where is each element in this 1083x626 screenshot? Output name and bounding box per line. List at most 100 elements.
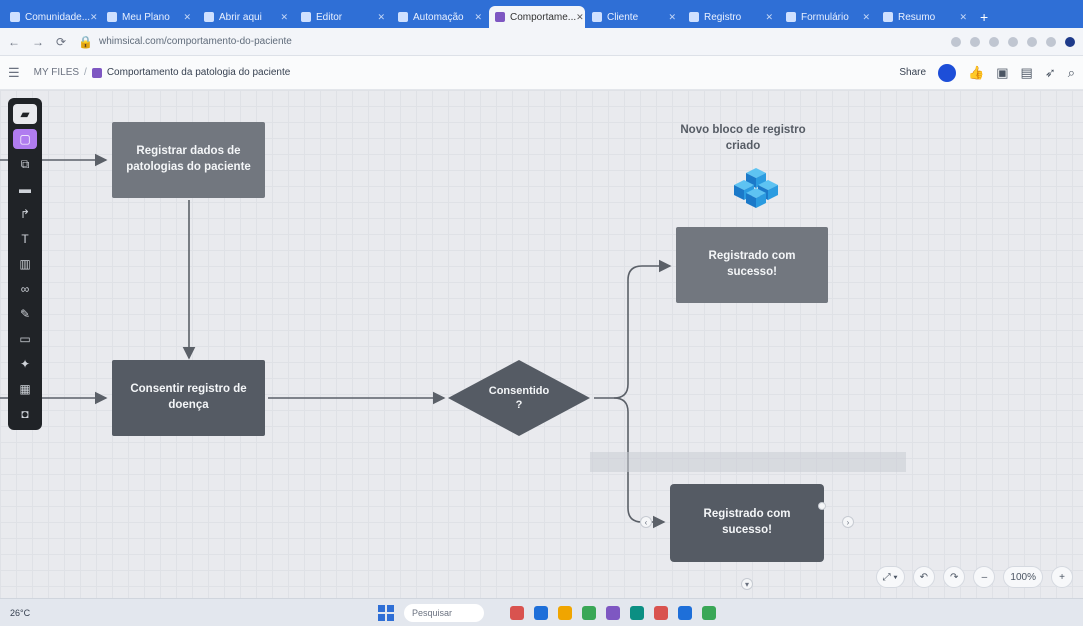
decision-diamond[interactable]: Consentido ? bbox=[448, 360, 590, 436]
connect-handle-left[interactable]: ‹ bbox=[640, 516, 652, 528]
browser-tab[interactable]: Meu Plano ✕ bbox=[101, 6, 197, 28]
search-icon[interactable]: ⌕ bbox=[1068, 65, 1075, 81]
back-icon[interactable]: ← bbox=[8, 35, 20, 49]
frame-icon[interactable]: ▭ bbox=[13, 329, 37, 349]
browser-tab[interactable]: Comunidade... ✕ bbox=[4, 6, 100, 28]
card-icon[interactable]: ▬ bbox=[13, 179, 37, 199]
text-icon[interactable]: T bbox=[13, 229, 37, 249]
browser-tab-label: Cliente bbox=[607, 11, 639, 23]
close-tab-icon[interactable]: ✕ bbox=[183, 12, 191, 23]
thumbs-up-icon[interactable]: 👍 bbox=[968, 65, 984, 81]
taskbar-app-icon[interactable] bbox=[510, 605, 524, 620]
browser-tab-label: Formulário bbox=[801, 11, 849, 23]
forward-icon[interactable]: → bbox=[32, 35, 44, 49]
browser-tab[interactable]: Abrir aqui ✕ bbox=[198, 6, 294, 28]
taskbar-search[interactable]: Pesquisar bbox=[404, 603, 484, 622]
extensions-area bbox=[951, 36, 1075, 47]
favicon-icon bbox=[495, 12, 505, 22]
taskbar-app-icon[interactable] bbox=[678, 605, 692, 620]
weather-widget[interactable]: 26°C bbox=[10, 608, 330, 618]
extension-icon[interactable] bbox=[989, 36, 999, 47]
zoom-in-button[interactable]: + bbox=[1051, 566, 1073, 588]
undo-button[interactable]: ↶ bbox=[912, 566, 936, 588]
close-tab-icon[interactable]: ✕ bbox=[959, 12, 967, 23]
browser-tab-label: Comportame... bbox=[510, 11, 577, 23]
embed-icon[interactable]: ◘ bbox=[13, 404, 37, 424]
comments-icon[interactable]: ▤ bbox=[1021, 65, 1033, 81]
reload-icon[interactable]: ⟳ bbox=[56, 35, 66, 49]
fit-button[interactable]: ⤢ ▾ bbox=[875, 566, 905, 588]
close-tab-icon[interactable]: ✕ bbox=[90, 12, 98, 23]
connect-handle-right[interactable]: › bbox=[842, 516, 854, 528]
taskbar-app-icon[interactable] bbox=[654, 605, 668, 620]
favicon-icon bbox=[301, 12, 311, 22]
browser-tab[interactable]: Cliente ✕ bbox=[586, 6, 682, 28]
whiteboard-canvas[interactable]: Registrar dados de patologias do pacient… bbox=[0, 90, 1083, 598]
browser-tab[interactable]: Comportame... ✕ bbox=[489, 6, 585, 28]
link-icon[interactable]: ∞ bbox=[13, 279, 37, 299]
windows-start-icon[interactable] bbox=[378, 604, 394, 621]
avatar[interactable] bbox=[938, 63, 957, 82]
taskbar-app-icon[interactable] bbox=[558, 605, 572, 620]
connect-handle-bottom[interactable]: ▾ bbox=[741, 578, 753, 590]
share-button[interactable]: Share bbox=[899, 67, 926, 78]
browser-tab[interactable]: Automação ✕ bbox=[392, 6, 488, 28]
close-tab-icon[interactable]: ✕ bbox=[765, 12, 773, 23]
url-field[interactable]: whimsical.com/comportamento-do-paciente bbox=[99, 36, 699, 47]
redo-button[interactable]: ↷ bbox=[943, 566, 966, 588]
connector-icon[interactable]: ↱ bbox=[13, 204, 37, 224]
grid-icon[interactable]: ▥ bbox=[13, 254, 37, 274]
browser-tab[interactable]: Formulário ✕ bbox=[780, 6, 876, 28]
extension-icon[interactable] bbox=[1027, 36, 1037, 47]
browser-tab-label: Resumo bbox=[898, 11, 936, 23]
browser-tab[interactable]: Editor ✕ bbox=[295, 6, 391, 28]
annotation-text[interactable]: Novo bloco de registro criado bbox=[668, 123, 818, 154]
node-register-data[interactable]: Registrar dados de patologias do pacient… bbox=[112, 122, 265, 198]
connector-arrow bbox=[594, 259, 672, 399]
node-success-top[interactable]: Registrado com sucesso! bbox=[676, 227, 828, 303]
close-tab-icon[interactable]: ✕ bbox=[280, 12, 288, 23]
table-icon[interactable]: ▦ bbox=[13, 379, 37, 399]
send-icon[interactable]: ➶ bbox=[1045, 65, 1056, 81]
zoom-out-button[interactable]: – bbox=[973, 566, 996, 588]
taskbar-app-icon[interactable] bbox=[606, 605, 620, 620]
new-tab-button[interactable]: + bbox=[980, 6, 988, 28]
sparkle-icon[interactable]: ✦ bbox=[13, 354, 37, 374]
document-title[interactable]: Comportamento da patologia do paciente bbox=[107, 67, 290, 78]
resize-handle[interactable] bbox=[818, 502, 826, 510]
extension-icon[interactable] bbox=[951, 36, 961, 47]
node-label: Registrado com sucesso! bbox=[708, 250, 796, 278]
cursor-icon[interactable]: ▰ bbox=[13, 104, 37, 124]
favicon-icon bbox=[689, 12, 699, 22]
node-label: Consentir registro de doença bbox=[130, 383, 247, 411]
zoom-level[interactable]: 100% bbox=[1003, 566, 1043, 588]
node-label: Registrar dados de patologias do pacient… bbox=[126, 145, 251, 173]
tab-list: Comunidade... ✕ Meu Plano ✕ Abrir aqui ✕ Edito… bbox=[4, 6, 974, 28]
close-tab-icon[interactable]: ✕ bbox=[862, 12, 870, 23]
node-success-bottom[interactable]: Registrado com sucesso! bbox=[670, 484, 824, 562]
browser-tab[interactable]: Resumo ✕ bbox=[877, 6, 973, 28]
flowchart-icon[interactable]: ⧉ bbox=[13, 154, 37, 174]
breadcrumb-workspace[interactable]: MY FILES bbox=[34, 67, 79, 78]
browser-tab[interactable]: Registro ✕ bbox=[683, 6, 779, 28]
extension-icon[interactable] bbox=[1008, 36, 1018, 47]
close-tab-icon[interactable]: ✕ bbox=[377, 12, 385, 23]
taskbar-app-icon[interactable] bbox=[582, 605, 596, 620]
menu-icon[interactable]: ☰ bbox=[8, 65, 20, 81]
taskbar-app-icon[interactable] bbox=[630, 605, 644, 620]
favicon-icon bbox=[786, 12, 796, 22]
extension-icon[interactable] bbox=[1046, 36, 1056, 47]
close-tab-icon[interactable]: ✕ bbox=[474, 12, 482, 23]
pen-icon[interactable]: ✎ bbox=[13, 304, 37, 324]
sticky-note-icon[interactable]: ▢ bbox=[13, 129, 37, 149]
taskbar-app-icon[interactable] bbox=[534, 605, 548, 620]
close-tab-icon[interactable]: ✕ bbox=[668, 12, 676, 23]
close-tab-icon[interactable]: ✕ bbox=[576, 12, 584, 23]
profile-icon[interactable] bbox=[1065, 36, 1075, 47]
taskbar-app-icon[interactable] bbox=[702, 605, 716, 620]
extension-icon[interactable] bbox=[970, 36, 980, 47]
node-consent[interactable]: Consentir registro de doença bbox=[112, 360, 265, 436]
present-icon[interactable]: ▣ bbox=[996, 65, 1008, 81]
lock-icon: 🔒 bbox=[78, 34, 94, 49]
node-label: Registrado com sucesso! bbox=[703, 508, 791, 536]
